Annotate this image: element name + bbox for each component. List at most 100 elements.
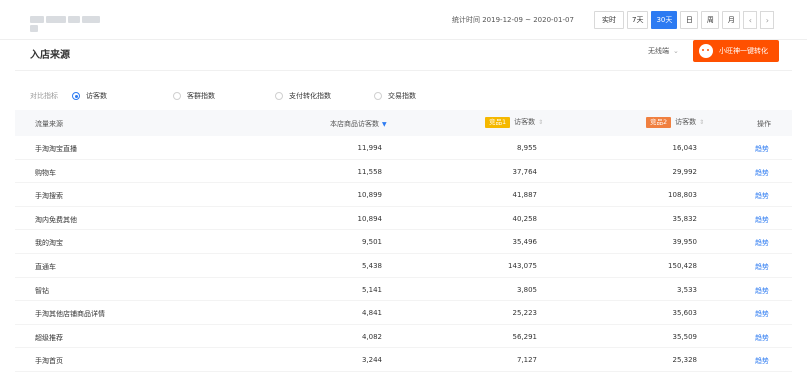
next-period-button[interactable]: › <box>760 11 775 29</box>
trend-link[interactable]: 趋势 <box>755 309 769 319</box>
metric-option-label: 访客数 <box>86 92 107 100</box>
sort-icon: ⇕ <box>538 119 544 126</box>
cell-own: 4,082 <box>361 332 382 341</box>
period-selector: 实时 7天 30天 日 周 月 ‹ › <box>594 11 775 29</box>
header-source: 流量来源 <box>35 120 63 128</box>
cell-comp1: 40,258 <box>512 214 538 223</box>
cell-own: 3,244 <box>361 356 382 365</box>
trend-link[interactable]: 趋势 <box>755 144 769 154</box>
metric-radio-visitors[interactable]: 访客数 <box>72 91 107 101</box>
chevron-left-icon: ‹ <box>748 15 752 25</box>
header-action: 操作 <box>757 120 771 128</box>
device-select-value: 无线端 <box>648 47 669 55</box>
table-row: 手淘其他店铺商品详情 4,841 25,223 35,603 趋势 <box>15 301 792 325</box>
metric-radio-payment-index[interactable]: 支付转化指数 <box>275 91 331 101</box>
cell-comp1: 7,127 <box>516 356 537 365</box>
cell-comp1: 3,805 <box>516 285 537 294</box>
robot-icon <box>699 44 713 58</box>
prev-period-button[interactable]: ‹ <box>743 11 758 29</box>
convert-button-label: 小旺神一键转化 <box>719 47 768 55</box>
metric-option-label: 支付转化指数 <box>289 92 331 100</box>
cell-comp1: 8,955 <box>516 144 537 152</box>
cell-comp2: 29,992 <box>672 167 698 176</box>
metric-radio-trade-index[interactable]: 交易指数 <box>374 91 416 101</box>
chevron-down-icon: ⌄ <box>673 47 679 55</box>
trend-link[interactable]: 趋势 <box>755 262 769 272</box>
cell-comp2: 16,043 <box>672 144 698 152</box>
header-own-visitors[interactable]: 本店商品访客数 ▼ <box>330 119 387 129</box>
cell-source: 直通车 <box>35 262 56 271</box>
comp1-badge: 竞品1 <box>485 117 511 128</box>
table-row: 手淘首页 3,244 7,127 25,328 趋势 <box>15 348 792 372</box>
trend-link[interactable]: 趋势 <box>755 238 769 248</box>
cell-source: 手淘其他店铺商品详情 <box>35 310 105 319</box>
trend-link[interactable]: 趋势 <box>755 333 769 343</box>
table-row: 智钻 5,141 3,805 3,533 趋势 <box>15 278 792 302</box>
trend-link[interactable]: 趋势 <box>755 191 769 201</box>
cell-comp2: 150,428 <box>668 261 697 270</box>
period-day-button[interactable]: 日 <box>680 11 699 29</box>
cell-comp2: 39,950 <box>672 238 698 247</box>
top-bar: 统计时间 2019-12-09 ~ 2020-01-07 实时 7天 30天 日… <box>0 0 807 40</box>
source-table: 流量来源 本店商品访客数 ▼ 竞品1 访客数 ⇕ 竞品2 访客数 ⇕ 操作 手淘淘宝直播 … <box>15 110 792 372</box>
cell-comp2: 25,328 <box>672 356 698 365</box>
cell-comp1: 35,496 <box>512 238 538 247</box>
cell-own: 4,841 <box>361 309 382 318</box>
period-30d-button[interactable]: 30天 <box>651 11 678 29</box>
period-month-button[interactable]: 月 <box>722 11 741 29</box>
metric-selector: 对比指标 访客数 客群指数 支付转化指数 交易指数 <box>30 91 790 103</box>
header-own-label: 本店商品访客数 <box>330 120 379 128</box>
one-click-convert-button[interactable]: 小旺神一键转化 <box>693 40 779 62</box>
radio-checked-icon <box>72 92 80 100</box>
trend-link[interactable]: 趋势 <box>755 215 769 225</box>
cell-comp1: 37,764 <box>512 167 538 176</box>
table-row: 直通车 5,438 143,075 150,428 趋势 <box>15 254 792 278</box>
header-comp1-visitors[interactable]: 竞品1 访客数 ⇕ <box>485 117 543 128</box>
header-comp2-visitors[interactable]: 竞品2 访客数 ⇕ <box>646 117 704 128</box>
cell-own: 9,501 <box>361 238 382 247</box>
cell-own: 11,994 <box>357 144 383 152</box>
cell-own: 10,894 <box>357 214 383 223</box>
cell-comp1: 25,223 <box>512 309 538 318</box>
comp2-badge: 竞品2 <box>646 117 672 128</box>
table-row: 超级推荐 4,082 56,291 35,509 趋势 <box>15 325 792 349</box>
metric-label: 对比指标 <box>30 92 58 100</box>
divider <box>15 70 792 71</box>
cell-own: 10,899 <box>357 191 383 200</box>
cell-comp2: 108,803 <box>668 191 697 200</box>
radio-icon <box>173 92 181 100</box>
cell-comp2: 35,603 <box>672 309 698 318</box>
period-week-button[interactable]: 周 <box>701 11 720 29</box>
header-comp1-label: 访客数 <box>514 118 536 126</box>
cell-comp2: 35,509 <box>672 332 698 341</box>
sort-icon: ⇕ <box>699 119 705 126</box>
blurred-shop-name <box>30 16 110 32</box>
cell-source: 智钻 <box>35 286 49 295</box>
metric-radio-customer-index[interactable]: 客群指数 <box>173 91 215 101</box>
table-row: 手淘搜索 10,899 41,887 108,803 趋势 <box>15 183 792 207</box>
trend-link[interactable]: 趋势 <box>755 168 769 178</box>
period-7d-button[interactable]: 7天 <box>627 11 649 29</box>
radio-icon <box>374 92 382 100</box>
table-header: 流量来源 本店商品访客数 ▼ 竞品1 访客数 ⇕ 竞品2 访客数 ⇕ 操作 <box>15 110 792 136</box>
period-realtime-button[interactable]: 实时 <box>594 11 624 29</box>
table-body: 手淘淘宝直播 11,994 8,955 16,043 趋势 购物车 11,558… <box>15 136 792 372</box>
cell-comp1: 41,887 <box>512 191 538 200</box>
cell-comp2: 35,832 <box>672 214 698 223</box>
cell-own: 5,141 <box>361 285 382 294</box>
cell-comp1: 143,075 <box>508 261 537 270</box>
device-select[interactable]: 无线端 ⌄ <box>648 46 679 56</box>
metric-option-label: 客群指数 <box>187 92 215 100</box>
cell-own: 11,558 <box>357 167 383 176</box>
cell-source: 超级推荐 <box>35 333 63 342</box>
trend-link[interactable]: 趋势 <box>755 356 769 366</box>
cell-comp1: 56,291 <box>512 332 538 341</box>
cell-own: 5,438 <box>361 261 382 270</box>
radio-icon <box>275 92 283 100</box>
trend-link[interactable]: 趋势 <box>755 286 769 296</box>
cell-source: 购物车 <box>35 168 56 177</box>
cell-source: 手淘首页 <box>35 357 63 366</box>
table-row: 购物车 11,558 37,764 29,992 趋势 <box>15 160 792 184</box>
cell-source: 淘内免费其他 <box>35 215 77 224</box>
table-row: 淘内免费其他 10,894 40,258 35,832 趋势 <box>15 207 792 231</box>
